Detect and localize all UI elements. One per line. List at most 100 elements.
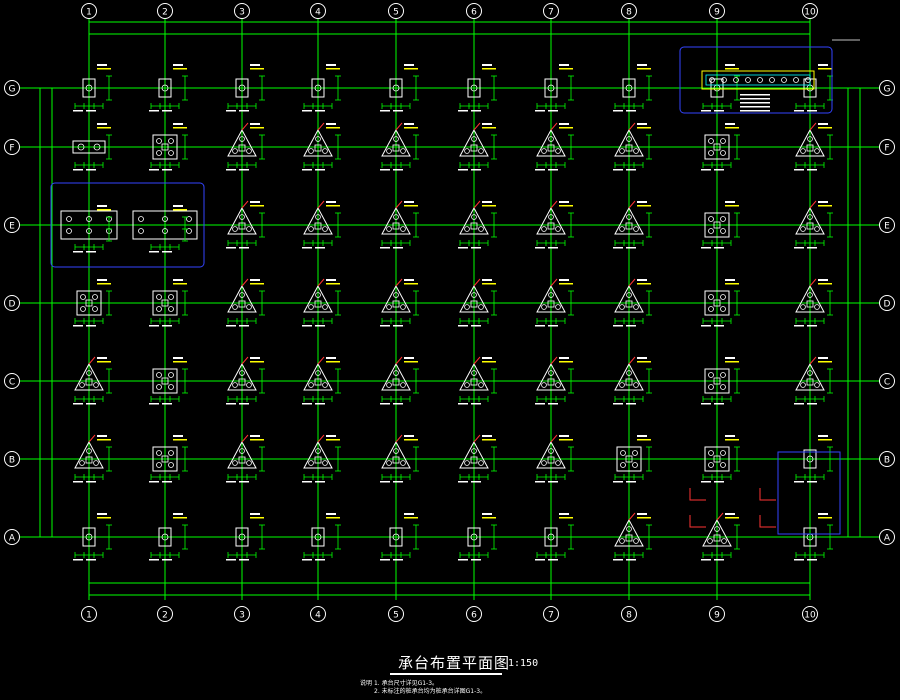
cap-tag (818, 64, 828, 66)
cap-dim-text (302, 110, 312, 112)
cap-dim-text (239, 403, 249, 405)
cap-tag (404, 357, 414, 359)
pile-circle (814, 148, 820, 154)
cap-dim-text (807, 403, 817, 405)
pile-circle (708, 384, 714, 390)
cap-tag (173, 205, 183, 207)
axis-bubble-label: 8 (626, 611, 632, 621)
pile-circle (541, 382, 547, 388)
cap-dim-text (548, 481, 558, 483)
axis-bubble-label: C (9, 378, 15, 388)
cap-tag (725, 123, 735, 125)
cap-dim-text (239, 325, 249, 327)
cap-tag (818, 123, 828, 125)
cap-tag-elevation (326, 361, 340, 363)
cap-tag-elevation (725, 517, 739, 519)
notes-label: 说明 (360, 680, 373, 687)
pile-circle (708, 306, 714, 312)
detail-text (740, 110, 770, 112)
pile-circle (814, 382, 820, 388)
cap-tag (559, 435, 569, 437)
cap-dim-text (807, 110, 817, 112)
cap-tag-elevation (482, 127, 496, 129)
pile-circle (156, 294, 162, 300)
cap-dim-text (613, 481, 623, 483)
cap-tag (326, 513, 336, 515)
pile-circle (708, 138, 714, 144)
cap-tag-elevation (97, 127, 111, 129)
cap-dim-text (807, 481, 817, 483)
cap-dim-text (302, 169, 312, 171)
cap-tag-elevation (818, 205, 832, 207)
title-underline (390, 673, 502, 675)
cap-tag-elevation (818, 68, 832, 70)
cap-dim-text (302, 559, 312, 561)
cap-dim-text (162, 251, 172, 253)
axis-bubble-right-C: C (879, 373, 895, 389)
cap-tag-elevation (725, 439, 739, 441)
cap-dim-text (380, 169, 390, 171)
cap-tag-elevation (404, 205, 418, 207)
pile-circle (308, 382, 314, 388)
cap-tag (725, 64, 735, 66)
axis-bubble-bottom-5: 5 (388, 606, 404, 622)
pile-circle (138, 216, 144, 222)
axis-bubble-label: 9 (714, 611, 720, 621)
cap-tag (482, 435, 492, 437)
pile-circle (632, 450, 638, 456)
cap-tag (404, 64, 414, 66)
axis-bubble-left-A: A (4, 529, 20, 545)
cap-dim-text (471, 325, 481, 327)
cap-tag (559, 279, 569, 281)
cap-tag-elevation (559, 283, 573, 285)
pile-circle (720, 384, 726, 390)
pile-circle (464, 382, 470, 388)
pile-circle (708, 372, 714, 378)
cap-dim-text (226, 559, 236, 561)
cap-dim-text (626, 559, 636, 561)
axis-bubble-label: E (884, 222, 890, 232)
axis-bubble-bottom-10: 10 (802, 606, 818, 622)
pile-circle (308, 460, 314, 466)
cap-dim-text (162, 325, 172, 327)
pile-circle (555, 460, 561, 466)
cap-dim-text (86, 169, 96, 171)
cap-tag (97, 513, 107, 515)
pile-circle (386, 148, 392, 154)
cap-tag-elevation (559, 439, 573, 441)
leader-line (317, 434, 325, 443)
cap-dim-text (471, 481, 481, 483)
pile-circle (619, 148, 625, 154)
cap-tag (173, 123, 183, 125)
cap-tag (173, 279, 183, 281)
cap-tag-elevation (250, 283, 264, 285)
pile-circle (246, 148, 252, 154)
axis-bubble-bottom-2: 2 (157, 606, 173, 622)
cap-dim-text (149, 559, 159, 561)
pile-circle (168, 138, 174, 144)
pile-circle (555, 304, 561, 310)
axis-bubble-label: 1 (86, 8, 92, 18)
pile-circle (400, 460, 406, 466)
cap-dim-text (794, 403, 804, 405)
leader-line (241, 122, 249, 131)
axis-bubble-bottom-6: 6 (466, 606, 482, 622)
cap-dim-text (458, 169, 468, 171)
pile-circle (156, 138, 162, 144)
cap-tag (326, 279, 336, 281)
pile-circle (541, 304, 547, 310)
cap-tag (404, 201, 414, 203)
pile-circle (814, 226, 820, 232)
pile-circle (708, 294, 714, 300)
cap-dim-text (239, 481, 249, 483)
cap-dim-text (393, 559, 403, 561)
pile-circle (168, 450, 174, 456)
axis-bubble-top-6: 6 (466, 3, 482, 19)
axis-bubble-top-4: 4 (310, 3, 326, 19)
cap-tag (97, 205, 107, 207)
pile-circle (92, 306, 98, 312)
cap-tag-elevation (404, 361, 418, 363)
cap-tag (97, 123, 107, 125)
cap-tag-elevation (326, 439, 340, 441)
pile-circle (246, 226, 252, 232)
